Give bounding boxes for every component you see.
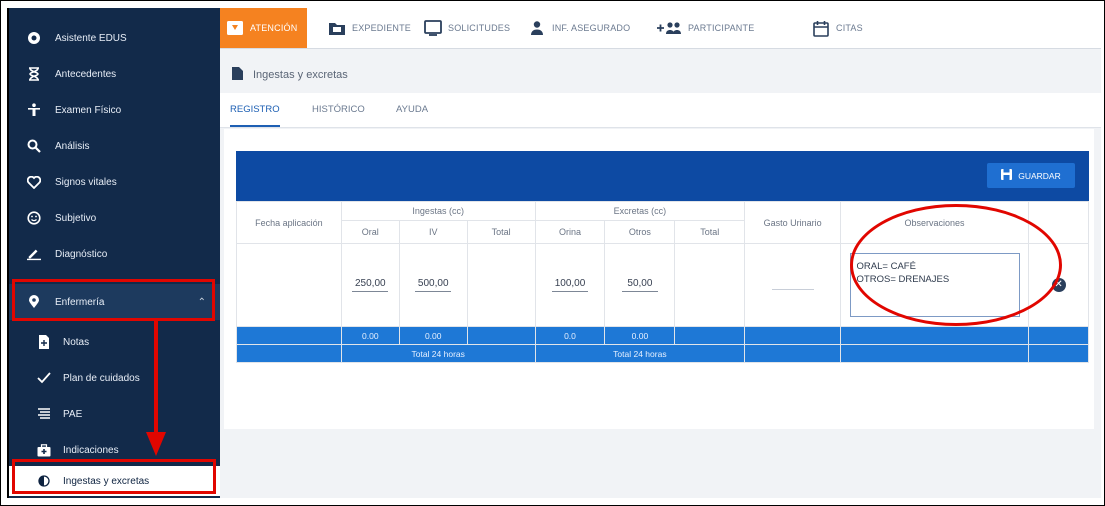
header-total-ingestas: Total (466, 220, 536, 244)
sidebar-item-label: Subjetivo (55, 212, 97, 224)
hourglass-icon (27, 67, 41, 81)
header-orina: Orina (534, 220, 606, 244)
highlight-box-ingestas (12, 459, 216, 494)
file-icon (232, 67, 243, 83)
subtabs: REGISTRO HISTÓRICO AYUDA (220, 93, 1101, 128)
page-title-text: Ingestas y excretas (253, 69, 348, 81)
total-ingestas-cell (466, 243, 536, 327)
header-ingestas: Ingestas (cc) (340, 201, 536, 221)
tab-registro[interactable]: REGISTRO (230, 93, 280, 127)
header-total-excretas: Total (674, 220, 746, 244)
sidebar-item-label: PAE (63, 408, 83, 420)
sidebar-item-label: Diagnóstico (55, 248, 108, 260)
save-button-label: GUARDAR (1018, 170, 1061, 181)
sidebar-item-subjetivo[interactable]: Subjetivo (9, 200, 222, 236)
orina-input[interactable]: 100,00 (552, 278, 588, 292)
sidebar-item-label: Análisis (55, 140, 90, 152)
list-icon (37, 407, 51, 421)
totals-row: 0.00 0.00 0.0 0.00 (236, 326, 1089, 345)
sidebar: Asistente EDUS Antecedentes Examen Físic… (7, 8, 222, 498)
total-orina: 0.0 (534, 326, 606, 345)
totals-label-row: Total 24 horas Total 24 horas (236, 344, 1089, 363)
gasto-input[interactable] (771, 279, 814, 290)
user-icon (528, 19, 546, 37)
tab-inf-asegurado[interactable]: INF. ASEGURADO (528, 8, 630, 48)
sidebar-item-pae[interactable]: PAE (9, 396, 222, 432)
top-navigation: ATENCIÓN EXPEDIENTE SOLICITUDES INF. ASE… (220, 8, 1101, 49)
total-iv: 0.00 (398, 326, 468, 345)
iv-cell: 500,00 (398, 243, 468, 327)
tab-label: PARTICIPANTE (688, 23, 755, 33)
sidebar-item-label: Indicaciones (63, 444, 119, 456)
total-otros: 0.00 (604, 326, 676, 345)
red-arrow-icon (146, 320, 166, 456)
tab-label: CITAS (836, 23, 863, 33)
fecha-cell (236, 243, 342, 327)
highlight-box-enfermeria (12, 279, 215, 321)
sidebar-item-diagnostico[interactable]: Diagnóstico (9, 236, 222, 272)
sidebar-item-notas[interactable]: Notas (9, 324, 222, 360)
sidebar-item-label: Notas (63, 336, 90, 348)
highlight-oval-observaciones (850, 204, 1062, 326)
sidebar-item-analisis[interactable]: Análisis (9, 128, 222, 164)
tab-label: SOLICITUDES (448, 23, 511, 33)
card-header: GUARDAR (236, 151, 1089, 201)
total-excretas-cell (674, 243, 746, 327)
file-icon (37, 335, 51, 349)
otros-input[interactable]: 50,00 (621, 278, 658, 292)
sidebar-item-label: Antecedentes (55, 68, 117, 80)
sidebar-item-label: Signos vitales (55, 176, 117, 188)
tab-ayuda[interactable]: AYUDA (396, 93, 428, 127)
sidebar-item-asistente-edus[interactable]: Asistente EDUS (9, 20, 222, 56)
sidebar-item-plan-de-cuidados[interactable]: Plan de cuidados (9, 360, 222, 396)
sidebar-item-label: Asistente EDUS (55, 32, 127, 44)
folder-icon (328, 19, 346, 37)
tab-label: INF. ASEGURADO (552, 23, 631, 33)
add-people-icon (656, 19, 682, 37)
header-oral: Oral (340, 220, 400, 244)
orina-cell: 100,00 (534, 243, 606, 327)
sidebar-item-label: Examen Físico (55, 104, 122, 116)
window-icon (424, 19, 442, 37)
brain-icon (27, 31, 41, 45)
tab-label: EXPEDIENTE (352, 23, 412, 33)
iv-input[interactable]: 500,00 (415, 278, 452, 292)
tab-solicitudes[interactable]: SOLICITUDES (424, 8, 510, 48)
tab-citas[interactable]: CITAS (812, 8, 863, 48)
sidebar-item-label: Plan de cuidados (63, 372, 140, 384)
person-icon (27, 103, 41, 117)
sidebar-item-examen-fisico[interactable]: Examen Físico (9, 92, 222, 128)
header-gasto-urinario: Gasto Urinario (744, 201, 842, 244)
total-oral: 0.00 (340, 326, 400, 345)
total-24h-excretas: Total 24 horas (534, 344, 746, 363)
floppy-icon (1001, 169, 1013, 182)
magnify-icon (27, 139, 41, 153)
tab-label: ATENCIÓN (250, 23, 298, 33)
medkit-icon (37, 443, 51, 457)
page-title: Ingestas y excretas (232, 67, 348, 83)
tab-atencion[interactable]: ATENCIÓN (220, 8, 308, 48)
sidebar-item-signos-vitales[interactable]: Signos vitales (9, 164, 222, 200)
save-button[interactable]: GUARDAR (987, 163, 1075, 188)
tab-participante[interactable]: PARTICIPANTE (656, 8, 754, 48)
calendar-icon (812, 19, 830, 37)
tab-historico[interactable]: HISTÓRICO (312, 93, 365, 127)
sidebar-item-antecedentes[interactable]: Antecedentes (9, 56, 222, 92)
header-fecha: Fecha aplicación (236, 201, 342, 244)
otros-cell: 50,00 (604, 243, 676, 327)
header-iv: IV (398, 220, 468, 244)
gasto-cell (744, 243, 842, 327)
pencil-icon (27, 247, 41, 261)
atencion-icon (226, 19, 244, 37)
smiley-icon (27, 211, 41, 225)
check-icon (37, 371, 51, 385)
heart-icon (27, 175, 41, 189)
oral-input[interactable]: 250,00 (352, 278, 389, 292)
total-24h-ingestas: Total 24 horas (340, 344, 536, 363)
header-otros: Otros (604, 220, 676, 244)
header-excretas: Excretas (cc) (534, 201, 746, 221)
tab-expediente[interactable]: EXPEDIENTE (328, 8, 411, 48)
oral-cell: 250,00 (340, 243, 400, 327)
